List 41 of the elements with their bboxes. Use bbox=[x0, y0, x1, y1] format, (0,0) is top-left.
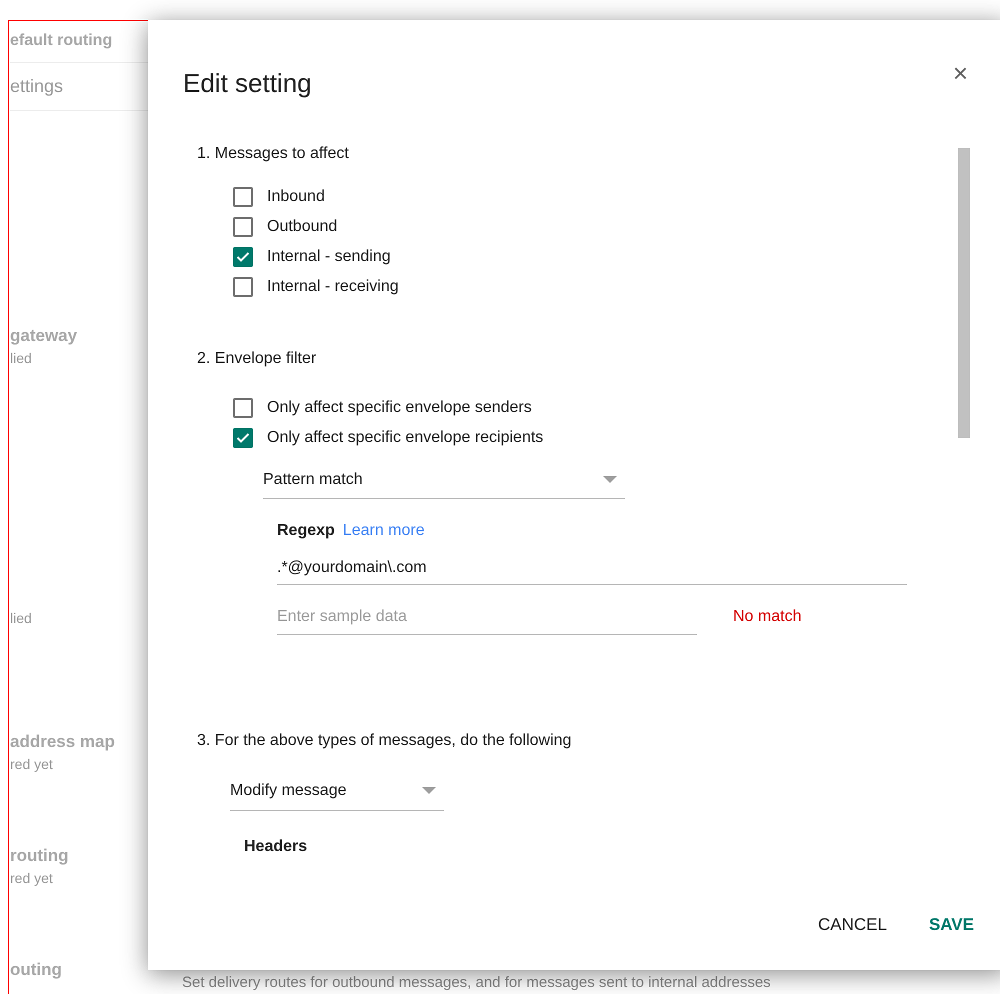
dropdown-caret-icon bbox=[422, 787, 436, 794]
learn-more-link[interactable]: Learn more bbox=[342, 519, 425, 543]
setting-title: gateway bbox=[10, 325, 78, 347]
checkmark-icon bbox=[236, 251, 250, 263]
setting-status: red yet bbox=[10, 755, 54, 774]
setting-title: address map bbox=[10, 731, 116, 753]
regexp-field[interactable]: .*@yourdomain\.com bbox=[277, 551, 907, 585]
description-text: Set delivery routes for outbound messages, and for messages sent to internal addresses bbox=[182, 974, 771, 992]
checkbox-label: Outbound bbox=[267, 217, 338, 237]
checkbox[interactable] bbox=[233, 277, 253, 297]
checkbox[interactable] bbox=[233, 247, 253, 267]
section-heading: 2. Envelope filter bbox=[197, 349, 318, 369]
setting-status: red yet bbox=[10, 869, 54, 888]
dialog-title: Edit setting bbox=[183, 66, 312, 100]
action-dropdown[interactable]: Modify message bbox=[230, 771, 444, 811]
setting-status: lied bbox=[10, 609, 33, 628]
subsection-heading: Headers bbox=[244, 837, 308, 857]
setting-status: lied bbox=[10, 349, 33, 368]
setting-title: outing bbox=[10, 959, 63, 981]
checkbox[interactable] bbox=[233, 217, 253, 237]
match-result: No match bbox=[733, 607, 802, 627]
checkbox[interactable] bbox=[233, 428, 253, 448]
checkbox[interactable] bbox=[233, 398, 253, 418]
dropdown-caret-icon bbox=[603, 476, 617, 483]
field-label: Regexp bbox=[277, 521, 335, 541]
save-button[interactable]: SAVE bbox=[918, 906, 984, 944]
match-type-dropdown[interactable]: Pattern match bbox=[263, 461, 625, 499]
cancel-button[interactable]: CANCEL bbox=[808, 906, 897, 944]
checkbox-label: Only affect specific envelope recipients bbox=[267, 428, 544, 448]
close-button[interactable]: × bbox=[952, 60, 968, 86]
checkbox-label: Only affect specific envelope senders bbox=[267, 398, 532, 418]
checkbox-label: Internal - sending bbox=[267, 247, 391, 267]
checkbox-label: Internal - receiving bbox=[267, 277, 399, 297]
section-heading: 1. Messages to affect bbox=[197, 144, 350, 164]
sample-data-field[interactable]: Enter sample data bbox=[277, 599, 697, 635]
checkmark-icon bbox=[236, 432, 250, 444]
setting-title: routing bbox=[10, 845, 70, 867]
checkbox[interactable] bbox=[233, 187, 253, 207]
scrollbar-thumb[interactable] bbox=[958, 148, 970, 438]
checkbox-label: Inbound bbox=[267, 187, 325, 207]
section-heading: 3. For the above types of messages, do the following bbox=[197, 731, 572, 751]
